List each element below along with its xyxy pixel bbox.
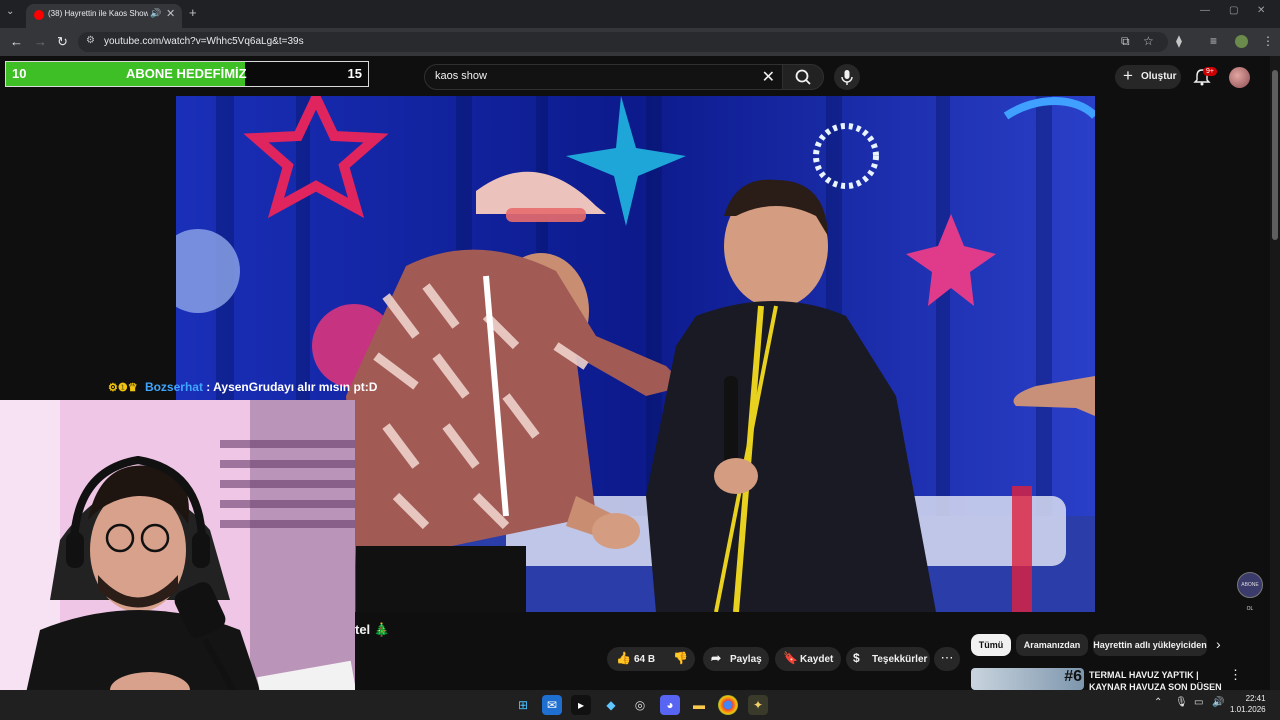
save-label: Kaydet [800,654,834,665]
mail-icon[interactable]: ✉ [542,695,562,715]
discord-icon[interactable]: ◕ [660,695,680,715]
like-dislike-group: 👍 64 B 👎 [607,647,695,671]
goal-start-value: 10 [12,66,27,81]
thanks-label: Teşekkürler [872,654,928,665]
chat-text: : AysenGrudayı alır mısın pt:D [206,380,378,394]
bookmark-icon: 🔖 [783,651,798,665]
recommended-menu-icon[interactable]: ⋮ [1229,667,1242,683]
microphone-icon [841,70,853,85]
search-button[interactable] [782,64,824,90]
search-query: kaos show [435,70,487,82]
chat-username: Bozserhat [144,380,203,394]
clear-search-icon[interactable]: ✕ [762,67,775,87]
thumbnail-label: #6 [1064,668,1082,685]
tray-overflow-icon[interactable]: ⌃ [1154,697,1162,708]
app-icon[interactable]: ✦ [748,695,768,715]
clock-time: 22:41 [1245,694,1266,703]
chat-badges-icon: ⚙❶♛ [108,382,138,394]
site-info-icon[interactable]: ⚙ [86,35,95,46]
video-title: tel 🎄 [355,622,390,637]
back-icon[interactable]: ← [10,34,23,49]
recommended-thumbnail[interactable]: #6 [971,668,1084,690]
subscribe-watermark[interactable]: ABONE OL [1237,572,1263,612]
chip-from-search[interactable]: Aramanızdan [1016,634,1088,656]
share-button[interactable]: ➦ Paylaş [703,647,769,671]
bookmark-star-icon[interactable]: ☆ [1143,34,1154,48]
reload-icon[interactable]: ↻ [57,34,68,50]
close-window-icon[interactable]: ✕ [1257,5,1265,16]
browser-menu-icon[interactable]: ⋮ [1262,34,1274,48]
share-icon: ➦ [711,651,722,665]
recommended-title[interactable]: TERMAL HAVUZ YAPTIK | KAYNAR HAVUZA SON … [1089,669,1223,691]
network-icon[interactable]: ▭ [1194,697,1203,708]
dislike-icon[interactable]: 👎 [673,651,688,665]
save-button[interactable]: 🔖 Kaydet [775,647,841,671]
taskbar-clock[interactable]: 22:41 1.01.2026 [1230,693,1266,715]
tab-search-icon[interactable]: ⌄ [6,6,14,17]
page-scrollbar[interactable] [1270,56,1280,690]
new-tab-button[interactable]: + [189,5,197,20]
like-icon[interactable]: 👍 [616,651,631,665]
profile-avatar-icon[interactable] [1235,35,1248,48]
youtube-favicon-icon [34,10,44,20]
search-input[interactable]: kaos show ✕ [424,64,784,90]
forward-icon[interactable]: → [34,34,47,49]
notification-count-badge: 9+ [1203,67,1217,76]
more-actions-icon[interactable]: ⋯ [934,647,960,671]
search-icon [795,69,811,85]
maximize-window-icon[interactable]: ▢ [1229,5,1238,16]
account-avatar[interactable] [1229,67,1250,88]
plus-icon: + [1123,66,1133,85]
webcam-scene [0,400,355,720]
goal-label: ABONE HEDEFİMİZ [126,66,247,81]
volume-icon[interactable]: 🔊 [1212,697,1224,708]
subscriber-goal-bar: 10 ABONE HEDEFİMİZ 15 [5,61,369,87]
create-label: Oluştur [1141,71,1177,82]
clock-date: 1.01.2026 [1230,705,1266,714]
chevron-right-icon[interactable]: › [1216,636,1221,652]
close-tab-icon[interactable]: ✕ [166,7,175,20]
start-icon[interactable]: ⊞ [513,695,533,715]
scrollbar-thumb[interactable] [1272,70,1278,240]
tab-title: (38) Hayrettin ile Kaos Show [48,9,148,18]
file-explorer-icon[interactable]: ▬ [689,695,709,715]
audio-playing-icon[interactable]: 🔊 [150,8,161,19]
thanks-button[interactable]: $ Teşekkürler [846,647,930,671]
cast-icon[interactable]: ⧉ [1121,34,1130,49]
obs-icon[interactable]: ◎ [630,695,650,715]
super-thanks-icon: $ [853,651,860,665]
like-count[interactable]: 64 B [634,654,655,665]
reading-list-icon[interactable]: ≡ [1210,34,1217,48]
create-button[interactable]: + Oluştur [1115,65,1181,89]
vpn-app-icon[interactable]: ◆ [601,695,621,715]
extensions-icon[interactable]: ⧫ [1176,34,1182,48]
browser-tab[interactable]: (38) Hayrettin ile Kaos Show 🔊 ✕ [26,4,182,28]
chat-message: ⚙❶♛ Bozserhat : AysenGrudayı alır mısın … [108,380,377,394]
address-bar[interactable]: ⚙ youtube.com/watch?v=Whhc5Vq6aLg&t=39s [78,32,1168,52]
webcam-feed [0,400,355,720]
chip-from-uploader[interactable]: Hayrettin adlı yükleyiciden [1093,634,1207,656]
minimize-window-icon[interactable]: — [1200,5,1210,16]
media-app-icon[interactable]: ▸ [571,695,591,715]
url-text: youtube.com/watch?v=Whhc5Vq6aLg&t=39s [104,36,304,47]
voice-search-button[interactable] [834,64,860,90]
chrome-icon[interactable] [718,695,738,715]
chip-all[interactable]: Tümü [971,634,1011,656]
microphone-tray-icon[interactable]: 🎙 [1175,697,1188,708]
goal-target-value: 15 [347,66,362,81]
share-label: Paylaş [730,654,762,665]
